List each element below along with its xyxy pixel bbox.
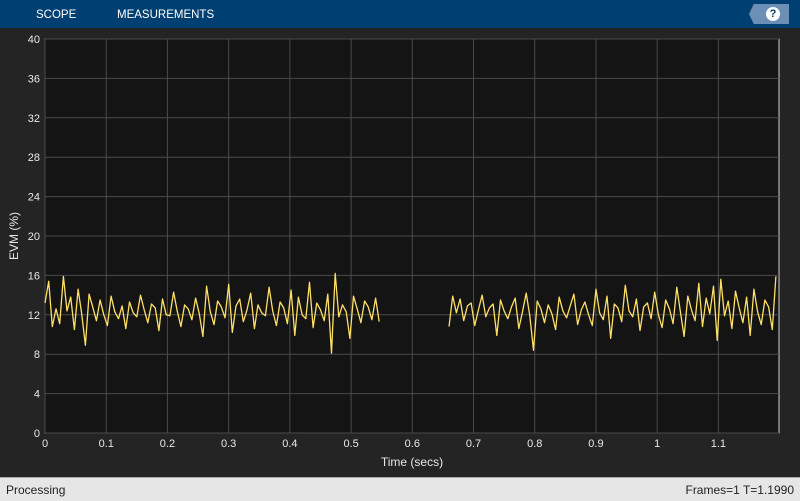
- x-tick-label: 0.1: [99, 438, 114, 450]
- y-tick-label: 16: [28, 270, 40, 282]
- x-tick-label: 0.2: [160, 438, 175, 450]
- y-axis-label: EVM (%): [7, 212, 21, 260]
- y-tick-label: 4: [34, 389, 40, 401]
- x-tick-label: 1: [654, 438, 660, 450]
- y-tick-label: 32: [28, 113, 40, 125]
- x-tick-label: 0.8: [527, 438, 542, 450]
- x-tick-label: 0.4: [282, 438, 297, 450]
- x-tick-label: 0.3: [221, 438, 236, 450]
- x-axis-label: Time (secs): [381, 455, 443, 469]
- x-tick-label: 1.1: [711, 438, 726, 450]
- help-button[interactable]: ?: [749, 4, 789, 24]
- tab-scope[interactable]: SCOPE: [36, 0, 76, 28]
- y-tick-label: 0: [34, 428, 40, 440]
- tab-measurements[interactable]: MEASUREMENTS: [117, 0, 214, 28]
- status-text: Processing: [6, 483, 66, 497]
- x-tick-label: 0: [42, 438, 48, 450]
- evm-plot: 0 0.1 0.2 0.3 0.4 0.5 0.6 0.7 0.8 0.9 1 1.1 0 4 8 12 16 2…: [7, 34, 780, 469]
- y-tick-label: 12: [28, 310, 40, 322]
- frame-time-readout: Frames=1 T=1.1990: [685, 483, 794, 497]
- y-tick-label: 24: [28, 192, 40, 204]
- x-tick-label: 0.9: [588, 438, 603, 450]
- status-bar: Processing Frames=1 T=1.1990: [0, 477, 800, 501]
- help-icon: ?: [766, 7, 780, 21]
- x-tick-label: 0.7: [466, 438, 481, 450]
- toolstrip: SCOPE MEASUREMENTS ?: [0, 0, 800, 28]
- y-tick-label: 20: [28, 231, 40, 243]
- y-tick-label: 36: [28, 73, 40, 85]
- y-tick-label: 40: [28, 34, 40, 46]
- y-tick-label: 28: [28, 152, 40, 164]
- y-tick-label: 8: [34, 349, 40, 361]
- x-tick-label: 0.5: [343, 438, 358, 450]
- x-tick-label: 0.6: [405, 438, 420, 450]
